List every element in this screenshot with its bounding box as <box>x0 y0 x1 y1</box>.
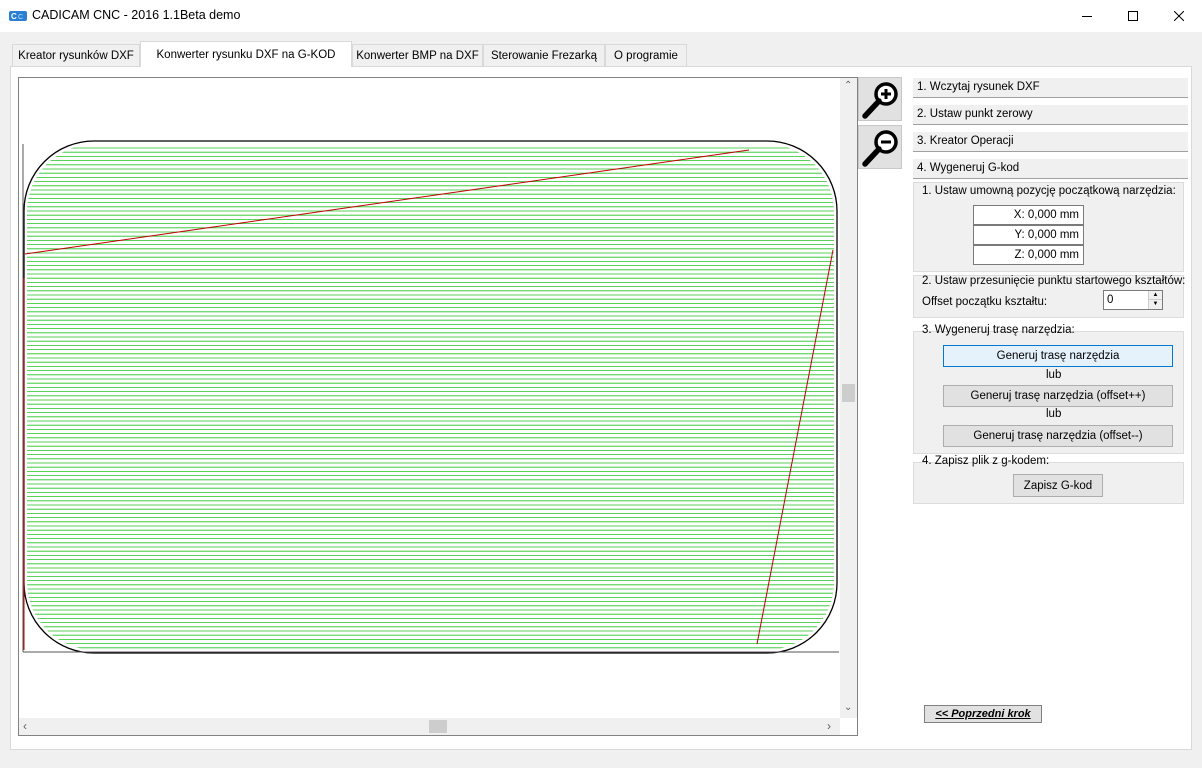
save-gcode-button[interactable]: Zapisz G-kod <box>1013 474 1103 497</box>
generate-toolpath-offset-plus-button[interactable]: Generuj trasę narzędzia (offset++) <box>943 385 1173 407</box>
save-title: 4. Zapisz plik z g-kodem: <box>922 455 1050 467</box>
rapid-move-top <box>24 149 750 255</box>
cadicam-logo-icon: C C <box>9 11 27 21</box>
spin-down-icon[interactable]: ▼ <box>1149 300 1162 309</box>
zoom-in-icon <box>862 82 898 119</box>
generate-toolpath-offset-minus-button[interactable]: Generuj trasę narzędzia (offset--) <box>943 425 1173 447</box>
start-position-title: 1. Ustaw umowną pozycję początkową narzę… <box>922 185 1176 197</box>
tab-dxf-to-gcode[interactable]: Konwerter rysunku DXF na G-KOD <box>140 41 352 67</box>
minimize-icon <box>1082 15 1092 17</box>
step-operations[interactable]: 3. Kreator Operacji <box>913 132 1188 152</box>
zoom-out-icon <box>862 130 898 167</box>
zoom-out-button[interactable] <box>858 125 902 169</box>
step-set-zero[interactable]: 2. Ustaw punkt zerowy <box>913 105 1188 125</box>
tab-machine-control[interactable]: Sterowanie Frezarką <box>483 44 605 66</box>
svg-text:C: C <box>18 14 23 21</box>
window-title: CADICAM CNC - 2016 1.1Beta demo <box>32 8 241 22</box>
offset-stepper[interactable]: 0 ▲ ▼ <box>1103 290 1163 310</box>
close-icon <box>1174 10 1184 21</box>
scroll-down-icon[interactable]: ⌄ <box>844 702 852 713</box>
x-position-field[interactable]: X: 0,000 mm <box>973 205 1084 225</box>
z-position-field[interactable]: Z: 0,000 mm <box>973 245 1084 265</box>
previous-step-button[interactable]: << Poprzedni krok <box>924 705 1042 723</box>
toolpath-hatch-lines <box>27 147 834 649</box>
offset-value: 0 <box>1107 294 1114 306</box>
tab-bmp-to-dxf[interactable]: Konwerter BMP na DXF <box>352 44 483 66</box>
generate-toolpath-button[interactable]: Generuj trasę narzędzia <box>943 345 1173 367</box>
close-button[interactable] <box>1156 0 1202 31</box>
title-bar: C C CADICAM CNC - 2016 1.1Beta demo <box>0 0 1202 32</box>
scroll-left-icon[interactable]: ‹ <box>23 719 27 733</box>
scroll-right-icon[interactable]: › <box>827 719 831 733</box>
toolpath-title: 3. Wygeneruj trasę narzędzia: <box>922 324 1075 336</box>
maximize-icon <box>1128 10 1138 21</box>
or-label-1: lub <box>1046 369 1062 381</box>
drawing-canvas[interactable] <box>18 77 858 736</box>
vertical-scrollbar[interactable]: ⌃ ⌄ <box>840 78 857 718</box>
horizontal-scrollbar[interactable]: ‹ › <box>19 718 840 735</box>
y-position-field[interactable]: Y: 0,000 mm <box>973 225 1084 245</box>
tab-about[interactable]: O programie <box>605 44 687 66</box>
svg-text:C: C <box>11 12 17 21</box>
vertical-scroll-thumb[interactable] <box>842 384 855 402</box>
zoom-in-button[interactable] <box>858 77 902 121</box>
step-load-dxf[interactable]: 1. Wczytaj rysunek DXF <box>913 78 1188 98</box>
tab-dxf-creator[interactable]: Kreator rysunków DXF <box>12 44 140 66</box>
or-label-2: lub <box>1046 408 1062 420</box>
horizontal-scroll-thumb[interactable] <box>429 720 447 733</box>
spin-up-icon[interactable]: ▲ <box>1149 291 1162 300</box>
minimize-button[interactable] <box>1064 0 1110 31</box>
offset-label: Offset początku kształtu: <box>922 296 1048 308</box>
maximize-button[interactable] <box>1110 0 1156 31</box>
scroll-up-icon[interactable]: ⌃ <box>844 80 852 91</box>
toolpath-preview <box>22 140 839 654</box>
step-generate-gcode[interactable]: 4. Wygeneruj G-kod <box>913 159 1188 179</box>
offset-title: 2. Ustaw przesunięcie punktu startowego … <box>922 275 1186 287</box>
